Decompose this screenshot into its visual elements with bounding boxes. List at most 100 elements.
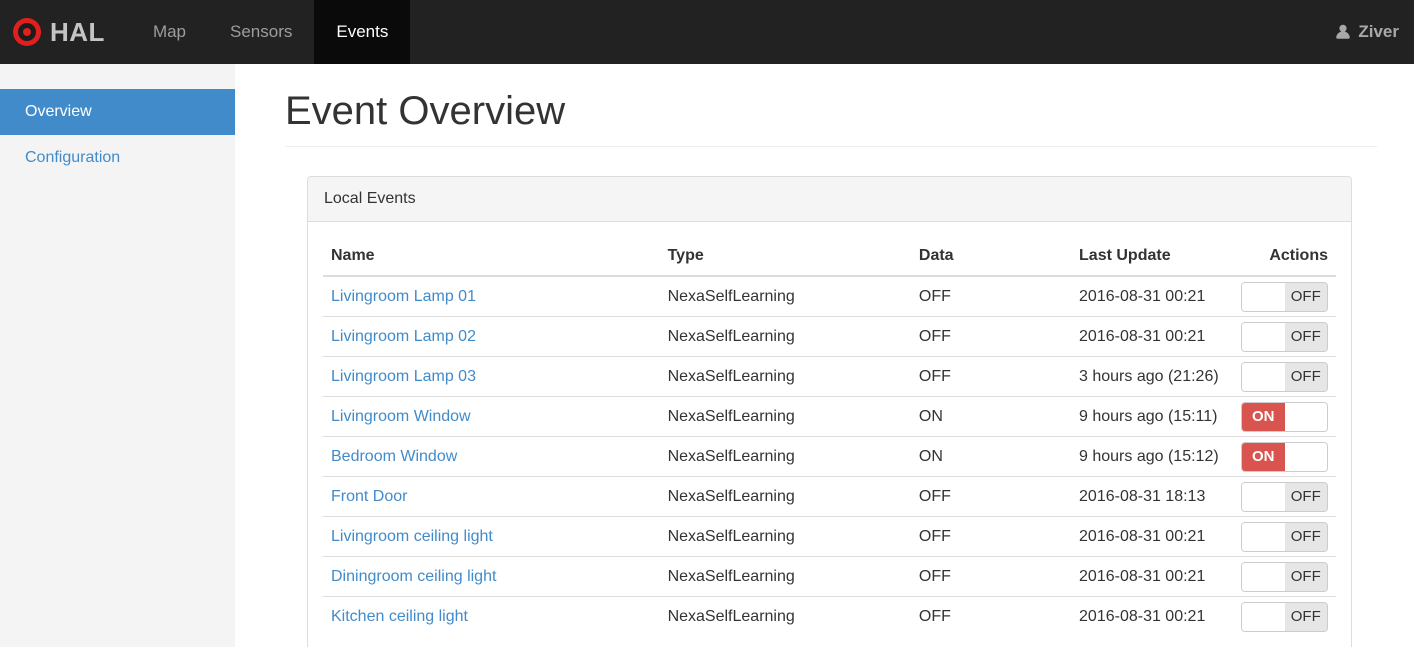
switch-off-label: OFF xyxy=(1284,523,1327,551)
event-toggle-switch[interactable]: ON xyxy=(1241,402,1328,432)
user-name: Ziver xyxy=(1358,22,1399,41)
event-type: NexaSelfLearning xyxy=(659,436,911,477)
switch-on-label xyxy=(1242,283,1285,311)
event-type: NexaSelfLearning xyxy=(659,356,911,397)
table-row: Kitchen ceiling light NexaSelfLearning O… xyxy=(323,596,1336,636)
event-data: OFF xyxy=(910,556,1072,597)
page-title: Event Overview xyxy=(285,88,1377,147)
event-toggle-switch[interactable]: OFF xyxy=(1241,562,1328,592)
table-row: Bedroom Window NexaSelfLearning ON 9 hou… xyxy=(323,436,1336,477)
sidebar-item-configuration[interactable]: Configuration xyxy=(0,135,235,181)
event-type: NexaSelfLearning xyxy=(659,596,911,636)
switch-off-label: OFF xyxy=(1284,323,1327,351)
event-last-update: 3 hours ago (21:26) xyxy=(1071,356,1233,397)
event-name-link[interactable]: Livingroom Window xyxy=(331,408,471,425)
event-toggle-switch[interactable]: OFF xyxy=(1241,602,1328,632)
table-row: Diningroom ceiling light NexaSelfLearnin… xyxy=(323,556,1336,597)
event-last-update: 2016-08-31 18:13 xyxy=(1071,476,1233,517)
events-table: Name Type Data Last Update Actions Livin… xyxy=(323,237,1336,636)
switch-on-label xyxy=(1242,523,1285,551)
event-data: ON xyxy=(910,396,1072,437)
column-header-data: Data xyxy=(910,237,1072,277)
switch-off-label: OFF xyxy=(1284,603,1327,631)
event-type: NexaSelfLearning xyxy=(659,516,911,557)
event-data: OFF xyxy=(910,275,1072,317)
nav-item-sensors[interactable]: Sensors xyxy=(208,0,314,64)
event-toggle-switch[interactable]: OFF xyxy=(1241,282,1328,312)
event-type: NexaSelfLearning xyxy=(659,476,911,517)
switch-on-label xyxy=(1242,483,1285,511)
event-data: OFF xyxy=(910,476,1072,517)
event-type: NexaSelfLearning xyxy=(659,396,911,437)
event-toggle-switch[interactable]: OFF xyxy=(1241,482,1328,512)
table-row: Livingroom Lamp 02 NexaSelfLearning OFF … xyxy=(323,316,1336,357)
switch-off-label: OFF xyxy=(1284,563,1327,591)
event-data: OFF xyxy=(910,596,1072,636)
events-table-body: Livingroom Lamp 01 NexaSelfLearning OFF … xyxy=(323,275,1336,636)
event-name-link[interactable]: Bedroom Window xyxy=(331,448,457,465)
nav-item-map[interactable]: Map xyxy=(131,0,208,64)
event-name-link[interactable]: Livingroom Lamp 03 xyxy=(331,368,476,385)
table-row: Front Door NexaSelfLearning OFF 2016-08-… xyxy=(323,476,1336,517)
switch-on-label: ON xyxy=(1242,403,1285,431)
event-name-link[interactable]: Diningroom ceiling light xyxy=(331,568,496,585)
navbar-menu: Map Sensors Events xyxy=(131,0,411,64)
event-last-update: 9 hours ago (15:11) xyxy=(1071,396,1233,437)
event-data: OFF xyxy=(910,356,1072,397)
sidebar: Overview Configuration xyxy=(0,64,235,647)
switch-off-label: OFF xyxy=(1284,363,1327,391)
event-type: NexaSelfLearning xyxy=(659,275,911,317)
event-name-link[interactable]: Kitchen ceiling light xyxy=(331,608,468,625)
switch-on-label xyxy=(1242,603,1285,631)
sidebar-list: Overview Configuration xyxy=(0,89,235,181)
event-last-update: 2016-08-31 00:21 xyxy=(1071,316,1233,357)
event-toggle-switch[interactable]: ON xyxy=(1241,442,1328,472)
event-name-link[interactable]: Livingroom Lamp 02 xyxy=(331,328,476,345)
nav-item-events[interactable]: Events xyxy=(314,0,411,64)
hal-logo-icon xyxy=(13,18,41,46)
top-navbar: HAL Map Sensors Events Ziver xyxy=(0,0,1414,64)
event-toggle-switch[interactable]: OFF xyxy=(1241,362,1328,392)
local-events-panel: Local Events Name Type Data Last Update … xyxy=(307,176,1352,647)
table-row: Livingroom Lamp 01 NexaSelfLearning OFF … xyxy=(323,275,1336,317)
event-last-update: 2016-08-31 00:21 xyxy=(1071,516,1233,557)
switch-on-label xyxy=(1242,323,1285,351)
panel-title: Local Events xyxy=(308,177,1351,222)
user-menu[interactable]: Ziver xyxy=(1334,0,1414,64)
column-header-name: Name xyxy=(323,237,660,277)
event-type: NexaSelfLearning xyxy=(659,556,911,597)
column-header-last-update: Last Update xyxy=(1071,237,1233,277)
table-row: Livingroom Window NexaSelfLearning ON 9 … xyxy=(323,396,1336,437)
event-last-update: 9 hours ago (15:12) xyxy=(1071,436,1233,477)
event-name-link[interactable]: Livingroom ceiling light xyxy=(331,528,493,545)
table-header-row: Name Type Data Last Update Actions xyxy=(323,237,1336,277)
user-icon xyxy=(1334,23,1352,41)
switch-on-label xyxy=(1242,363,1285,391)
event-last-update: 2016-08-31 00:21 xyxy=(1071,556,1233,597)
switch-off-label: OFF xyxy=(1284,283,1327,311)
switch-off-label xyxy=(1284,403,1327,431)
switch-off-label: OFF xyxy=(1284,483,1327,511)
event-name-link[interactable]: Front Door xyxy=(331,488,407,505)
event-data: OFF xyxy=(910,516,1072,557)
main-content: Event Overview Local Events Name Type Da… xyxy=(235,64,1414,647)
event-name-link[interactable]: Livingroom Lamp 01 xyxy=(331,288,476,305)
event-data: ON xyxy=(910,436,1072,477)
event-last-update: 2016-08-31 00:21 xyxy=(1071,596,1233,636)
brand-label: HAL xyxy=(50,16,105,47)
column-header-type: Type xyxy=(659,237,911,277)
switch-on-label xyxy=(1242,563,1285,591)
event-toggle-switch[interactable]: OFF xyxy=(1241,522,1328,552)
event-data: OFF xyxy=(910,316,1072,357)
switch-off-label xyxy=(1284,443,1327,471)
event-toggle-switch[interactable]: OFF xyxy=(1241,322,1328,352)
panel-body: Name Type Data Last Update Actions Livin… xyxy=(308,222,1351,647)
table-row: Livingroom Lamp 03 NexaSelfLearning OFF … xyxy=(323,356,1336,397)
brand[interactable]: HAL xyxy=(0,0,119,64)
event-type: NexaSelfLearning xyxy=(659,316,911,357)
event-last-update: 2016-08-31 00:21 xyxy=(1071,275,1233,317)
switch-on-label: ON xyxy=(1242,443,1285,471)
table-row: Livingroom ceiling light NexaSelfLearnin… xyxy=(323,516,1336,557)
sidebar-item-overview[interactable]: Overview xyxy=(0,89,235,135)
column-header-actions: Actions xyxy=(1232,237,1336,277)
